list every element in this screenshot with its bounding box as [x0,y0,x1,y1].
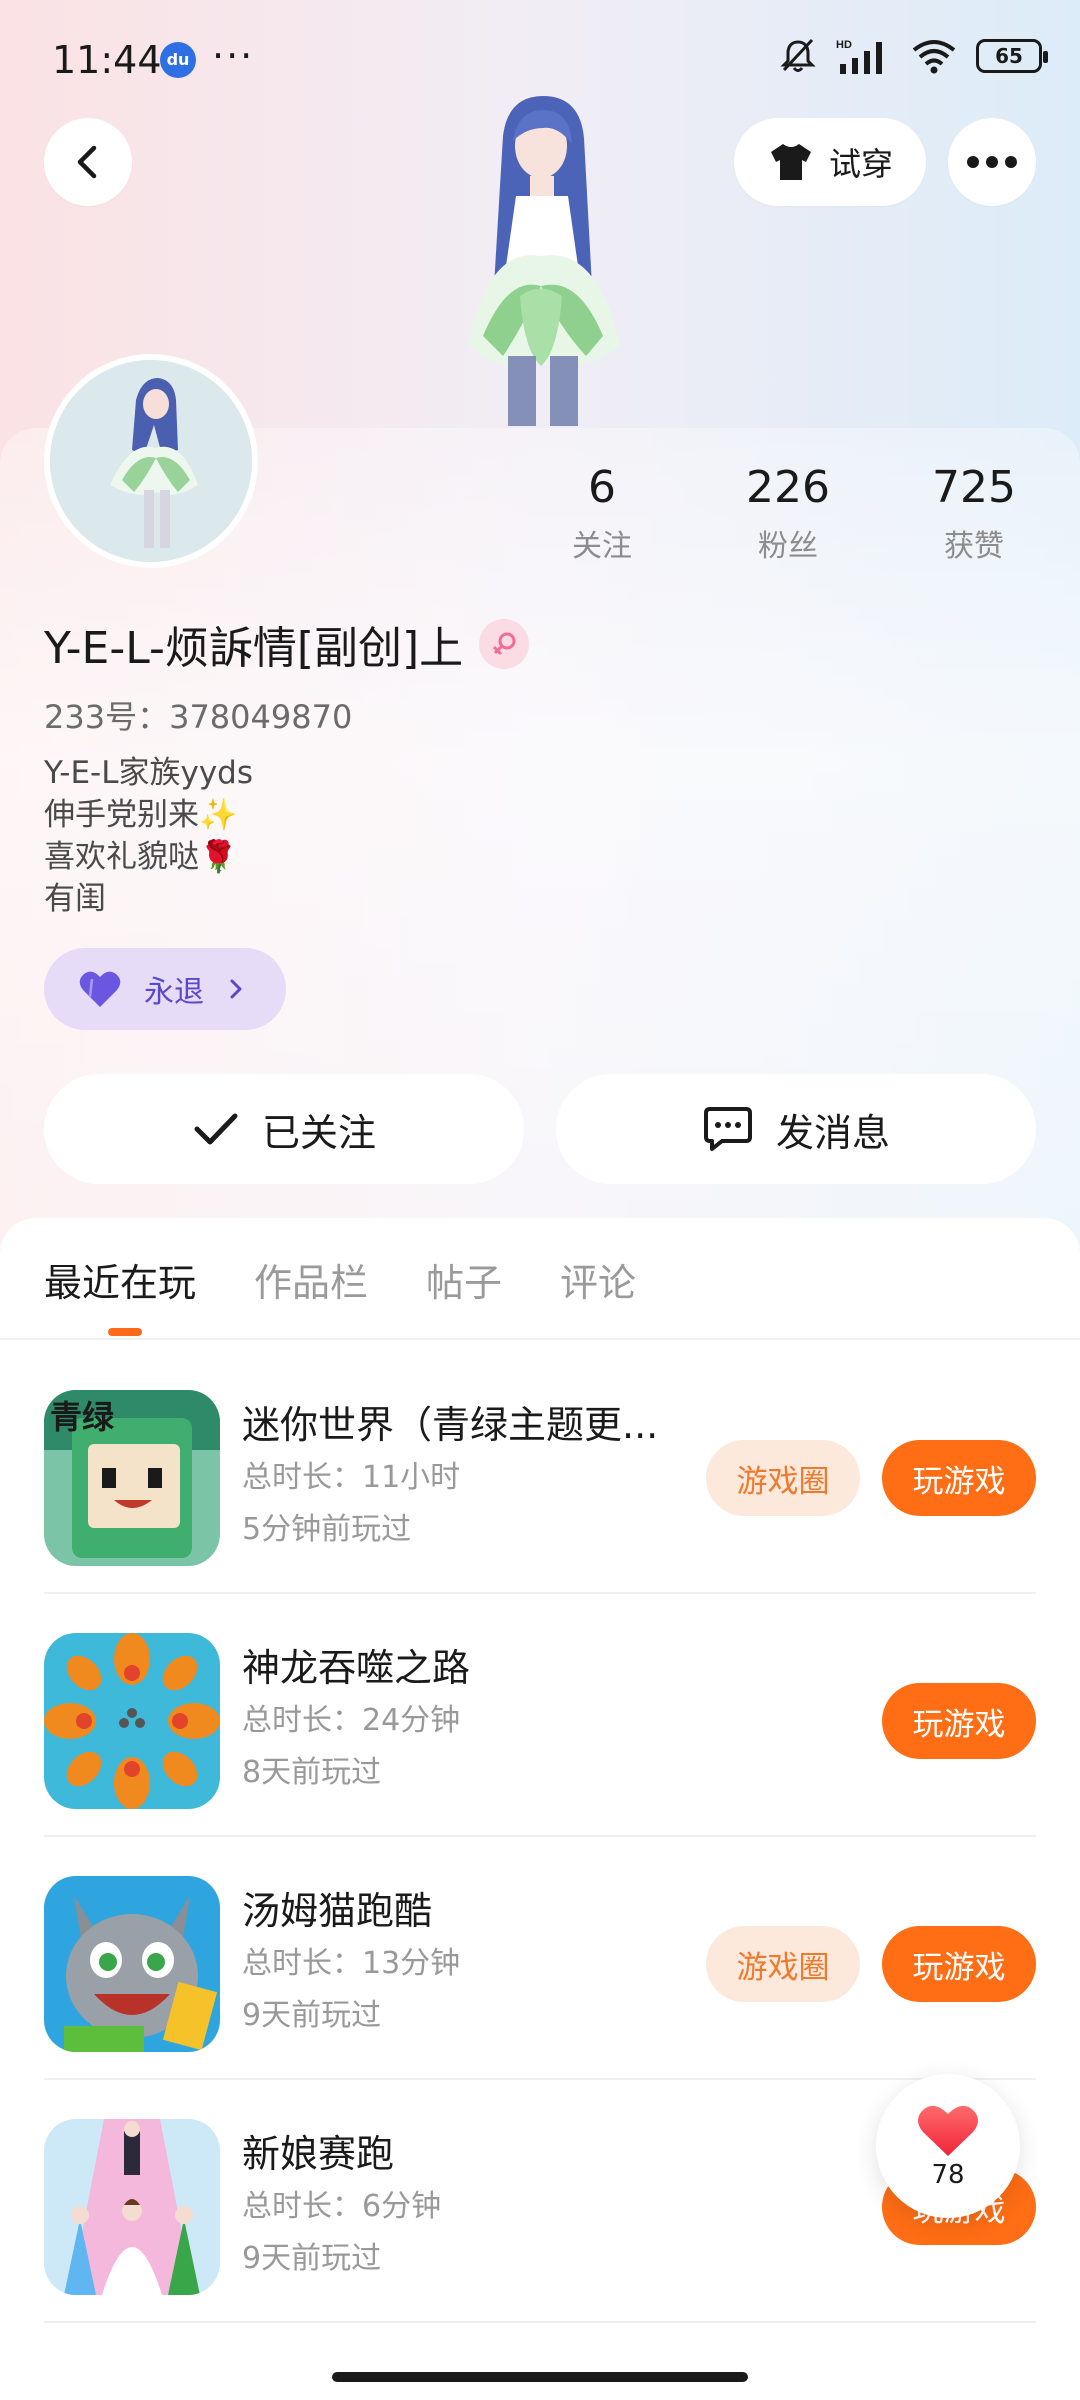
battery-icon: 65 [976,39,1048,73]
game-row[interactable]: 汤姆猫跑酷 总时长：13分钟 9天前玩过 游戏圈 玩游戏 [0,1836,1080,2080]
hd-signal-icon: HD [836,39,882,74]
tab-works[interactable]: 作品栏 [254,1252,368,1307]
more-options-button[interactable] [948,118,1036,206]
username: Y-E-L-烦訴情[副创]上 [44,623,464,674]
tab-recently-played[interactable]: 最近在玩 [44,1252,196,1307]
row-divider [44,2321,1036,2323]
game-last-played: 8天前玩过 [242,1755,382,1790]
stat-fans-label: 粉丝 [758,529,818,564]
svg-text:HD: HD [836,39,852,51]
avatar[interactable] [44,354,258,568]
status-icons: HD 65 [778,36,1048,76]
game-last-played: 9天前玩过 [242,2241,382,2276]
username-row: Y-E-L-烦訴情[副创]上 [44,612,530,676]
like-floating-button[interactable]: 78 [876,2074,1020,2218]
tab-posts[interactable]: 帖子 [426,1252,502,1307]
stat-fans[interactable]: 226 粉丝 [708,462,868,565]
game-icon-mini-world: 青绿 [44,1390,220,1566]
game-title: 迷你世界（青绿主题更... [242,1403,659,1447]
bio-line: 喜欢礼貌哒🌹 [44,839,238,875]
stat-fans-value: 226 [746,462,830,513]
try-on-button[interactable]: 试穿 [734,118,926,206]
game-icon-dragon [44,1633,220,1809]
following-button[interactable]: 已关注 [44,1074,524,1184]
stat-following[interactable]: 6 关注 [522,462,682,565]
game-circle-button[interactable]: 游戏圈 [706,1440,860,1516]
checkmark-icon [194,1113,238,1145]
stat-likes-value: 725 [932,462,1016,513]
female-gender-icon [479,619,530,669]
game-icon-talking-tom [44,1876,220,2052]
mute-bell-icon [780,38,816,72]
stat-likes-label: 获赞 [944,529,1004,564]
character-figure [468,96,620,426]
chevron-right-icon [230,979,242,999]
back-button[interactable] [44,118,132,206]
baidu-notification-icon: du [160,42,196,78]
play-game-button[interactable]: 玩游戏 [882,1440,1036,1516]
game-title: 新娘赛跑 [242,2132,395,2176]
bio-line: 伸手党别来✨ [44,797,238,833]
game-last-played: 9天前玩过 [242,1998,382,2033]
game-title: 神龙吞噬之路 [242,1646,471,1690]
status-time: 11:44 [52,38,162,82]
game-title: 汤姆猫跑酷 [242,1889,433,1933]
game-duration: 总时长：13分钟 [242,1946,461,1981]
badge-label: 永退 [144,975,204,1010]
user-id: 233号：378049870 [44,698,353,736]
bio-line: Y-E-L家族yyds [44,755,254,791]
game-icon-bride-race [44,2119,220,2295]
home-indicator[interactable] [332,2372,748,2382]
stat-following-value: 6 [588,462,616,513]
heart-icon [918,2105,978,2156]
send-message-label: 发消息 [775,1110,890,1155]
game-row[interactable]: 神龙吞噬之路 总时长：24分钟 8天前玩过 玩游戏 [0,1593,1080,1837]
bio: Y-E-L家族yyds 伸手党别来✨ 喜欢礼貌哒🌹 有闺 [44,752,253,920]
send-message-button[interactable]: 发消息 [556,1074,1036,1184]
more-dots-icon [967,156,1017,168]
like-count: 78 [931,2160,965,2190]
game-last-played: 5分钟前玩过 [242,1512,412,1547]
icon-text: 青绿 [50,1398,115,1436]
active-tab-indicator [108,1328,142,1336]
play-game-button[interactable]: 玩游戏 [882,1926,1036,2002]
avatar-image [50,360,252,562]
family-badge[interactable]: 永退 [44,948,286,1030]
tab-comments[interactable]: 评论 [560,1252,636,1307]
wifi-icon [912,40,956,74]
stat-following-label: 关注 [572,529,632,564]
game-duration: 总时长：11小时 [242,1460,461,1495]
tab-bar: 最近在玩 作品栏 帖子 评论 [44,1252,636,1307]
game-row[interactable]: 青绿 迷你世界（青绿主题更... 总时长：11小时 5分钟前玩过 游戏圈 玩游戏 [0,1350,1080,1594]
stat-likes[interactable]: 725 获赞 [894,462,1054,565]
game-duration: 总时长：24分钟 [242,1703,461,1738]
game-duration: 总时长：6分钟 [242,2189,442,2224]
following-label: 已关注 [261,1110,376,1155]
purple-heart-icon [79,971,121,1007]
play-game-button[interactable]: 玩游戏 [882,1683,1036,1759]
chevron-left-icon [77,145,97,179]
game-circle-button[interactable]: 游戏圈 [706,1926,860,2002]
tshirt-icon [770,144,811,180]
chat-bubble-icon [703,1107,752,1151]
bio-line: 有闺 [44,881,106,917]
more-notifications-indicator: ··· [212,34,255,78]
tab-divider [0,1338,1080,1340]
try-on-label: 试穿 [828,145,893,183]
